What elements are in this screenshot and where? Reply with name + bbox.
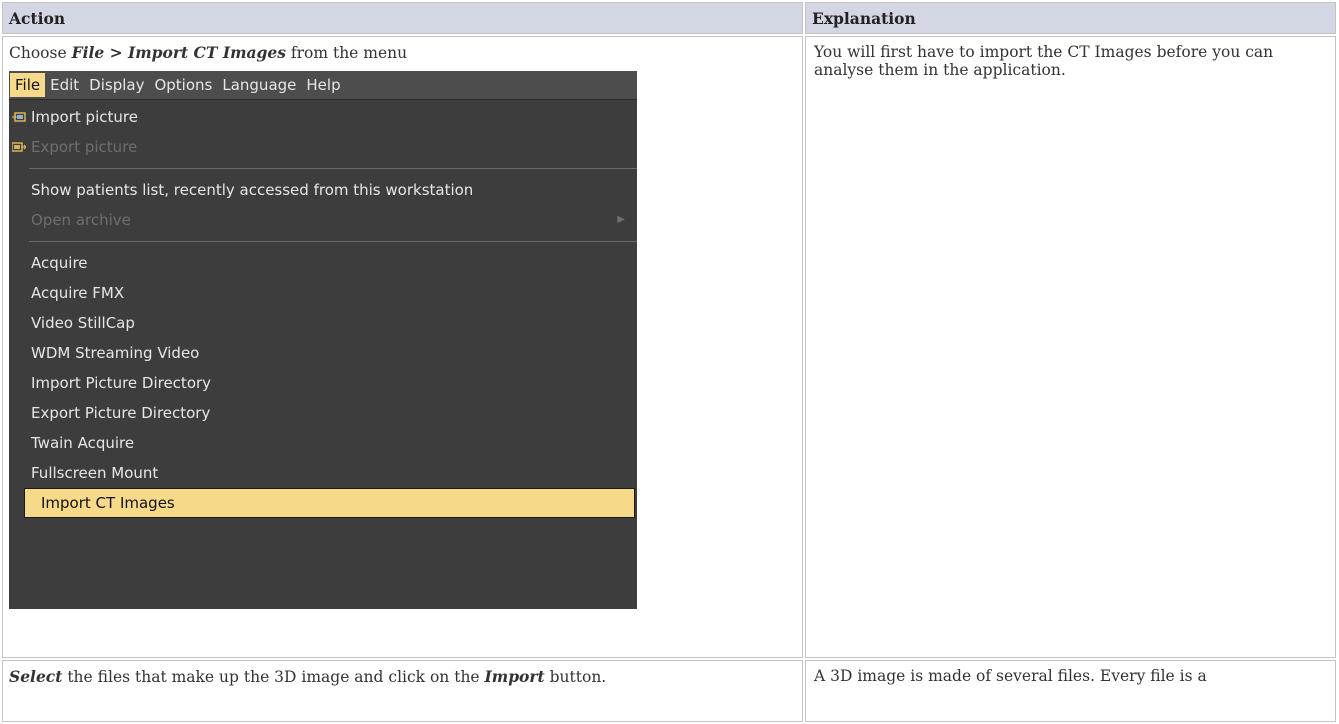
action-instruction: Select the files that make up the 3D ima…	[3, 661, 802, 693]
action-cell: Select the files that make up the 3D ima…	[2, 660, 803, 722]
menu-item-twain-acquire[interactable]: Twain Acquire	[9, 428, 637, 458]
menu-options[interactable]: Options	[149, 73, 217, 97]
menu-item-import-picture[interactable]: Import picture	[9, 102, 637, 132]
menubar: File Edit Display Options Language Help	[9, 71, 637, 100]
file-menu-screenshot: File Edit Display Options Language Help	[9, 71, 637, 609]
text-fragment: Choose	[9, 44, 72, 62]
emphasis-select: Select	[9, 667, 63, 686]
menu-item-acquire-fmx[interactable]: Acquire FMX	[9, 278, 637, 308]
emphasis-file: File	[71, 43, 105, 62]
menu-item-export-picture-directory[interactable]: Export Picture Directory	[9, 398, 637, 428]
action-cell: Choose File > Import CT Images from the …	[2, 36, 803, 658]
menu-item-open-archive[interactable]: Open archive ▶	[9, 205, 637, 235]
menu-edit[interactable]: Edit	[45, 73, 84, 97]
submenu-arrow-icon: ▶	[617, 214, 625, 225]
action-instruction: Choose File > Import CT Images from the …	[9, 43, 796, 63]
text-fragment: button.	[544, 668, 607, 686]
menu-item-label: Import picture	[31, 108, 138, 126]
file-menu-list: Import picture Export picture Show patie…	[9, 100, 637, 518]
export-picture-icon	[12, 142, 26, 152]
emphasis-import: Import	[484, 667, 545, 686]
import-picture-icon	[12, 112, 26, 122]
menu-item-export-picture[interactable]: Export picture	[9, 132, 637, 162]
text-fragment: >	[104, 43, 128, 62]
header-explanation: Explanation	[805, 2, 1336, 34]
instruction-table: Action Explanation Choose File > Import …	[0, 0, 1338, 724]
explanation-text: A 3D image is made of several files. Eve…	[814, 667, 1207, 685]
menu-item-show-patients[interactable]: Show patients list, recently accessed fr…	[9, 175, 637, 205]
explanation-text: You will first have to import the CT Ima…	[814, 43, 1274, 79]
explanation-cell: A 3D image is made of several files. Eve…	[805, 660, 1336, 722]
menu-item-label: Export picture	[31, 138, 138, 156]
menu-item-fullscreen-mount[interactable]: Fullscreen Mount	[9, 458, 637, 488]
menu-item-import-ct-images[interactable]: Import CT Images	[24, 488, 635, 518]
menu-separator	[29, 168, 637, 169]
menu-help[interactable]: Help	[301, 73, 345, 97]
header-action: Action	[2, 2, 803, 34]
text-fragment: from the menu	[285, 44, 408, 62]
menu-language[interactable]: Language	[217, 73, 301, 97]
menu-display[interactable]: Display	[84, 73, 149, 97]
menu-item-label: Open archive	[31, 211, 131, 229]
menu-item-import-picture-directory[interactable]: Import Picture Directory	[9, 368, 637, 398]
menu-item-video-stillcap[interactable]: Video StillCap	[9, 308, 637, 338]
emphasis-import-ct: Import CT Images	[128, 43, 286, 62]
explanation-cell: You will first have to import the CT Ima…	[805, 36, 1336, 658]
menu-item-acquire[interactable]: Acquire	[9, 248, 637, 278]
menu-file[interactable]: File	[10, 73, 46, 97]
text-fragment: the files that make up the 3D image and …	[62, 668, 485, 686]
table-row: Select the files that make up the 3D ima…	[2, 660, 1336, 722]
table-header-row: Action Explanation	[2, 2, 1336, 34]
menu-separator	[29, 241, 637, 242]
table-row: Choose File > Import CT Images from the …	[2, 36, 1336, 658]
menu-item-wdm-streaming-video[interactable]: WDM Streaming Video	[9, 338, 637, 368]
